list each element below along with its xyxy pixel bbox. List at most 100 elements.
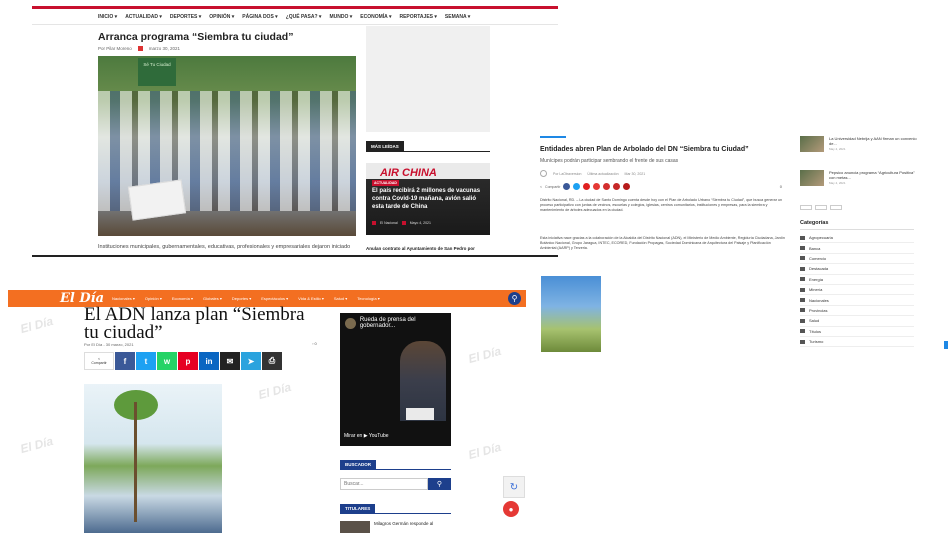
category-item[interactable]: Banca [800, 243, 914, 254]
category-label: Nacionales [809, 297, 829, 303]
whatsapp-icon[interactable]: w [157, 352, 177, 370]
news-date: May 4, 2021 [829, 181, 846, 185]
share-button[interactable]: < Compartir [84, 352, 114, 370]
nav-semana[interactable]: SEMANA ▾ [445, 14, 470, 20]
channel-avatar [345, 317, 356, 329]
facebook-icon[interactable] [563, 183, 571, 190]
folder-icon [800, 246, 805, 251]
twitter-icon[interactable] [573, 183, 581, 190]
article-title: El ADN lanza plan “Siembra tu ciudad” [84, 304, 305, 343]
nav-reportajes[interactable]: REPORTAJES ▾ [399, 14, 436, 20]
related-headline[interactable]: Anulan contrato al Ayuntamiento de San P… [366, 246, 496, 251]
titular-item[interactable]: Milagros Germán responde al [340, 521, 433, 533]
title-accent [540, 136, 566, 138]
menu-salud[interactable]: Salud ▾ [334, 296, 347, 301]
featured-headline[interactable]: El país recibirá 2 millones de vacunas c… [372, 187, 484, 211]
category-item[interactable]: Agropecuaria [800, 233, 914, 244]
share-label: Compartir [545, 184, 561, 189]
page-prev[interactable] [800, 205, 812, 210]
updated-label: Última actualización [587, 171, 619, 176]
article-author[interactable]: Por Pilar Moreno [98, 46, 132, 51]
user-icon [372, 221, 376, 225]
recaptcha-icon[interactable]: ↻ [503, 476, 525, 498]
page-more[interactable] [830, 205, 842, 210]
pinterest-icon[interactable]: p [178, 352, 198, 370]
sidebar-news-item[interactable]: La Universidad Nebrija y AAN firman un c… [800, 136, 917, 152]
airchina-logo: AIR CHINA [380, 167, 437, 179]
category-label: Destacada [809, 266, 829, 272]
category-item[interactable]: Minería [800, 285, 914, 296]
laotraversion-article-panel: Entidades abren Plan de Arbolado del DN … [530, 132, 790, 362]
article-title: Entidades abren Plan de Arbolado del DN … [540, 146, 749, 153]
menu-globales[interactable]: Globales ▾ [203, 296, 222, 301]
email-icon[interactable] [603, 183, 611, 190]
nav-actualidad[interactable]: ACTUALIDAD ▾ [125, 14, 162, 20]
print-icon[interactable] [623, 183, 631, 190]
nav-economia[interactable]: ECONOMÍA ▾ [360, 14, 391, 20]
sidebar-news-item[interactable]: Pepsico anuncia programa “Agricultura Po… [800, 170, 917, 186]
nav-inicio[interactable]: INICIO ▾ [98, 14, 117, 20]
category-item[interactable]: Nacionales [800, 295, 914, 306]
category-badge[interactable]: ACTUALIDAD [372, 180, 399, 186]
video-title[interactable]: Rueda de prensa del gobernador... [360, 317, 451, 329]
share-bar: < Compartir 0 [540, 183, 782, 190]
comment-count-value: 0 [314, 341, 317, 346]
menu-opinion[interactable]: Opinión ▾ [145, 296, 162, 301]
nav-opinion[interactable]: OPINIÓN ▾ [209, 14, 234, 20]
menu-economia[interactable]: Economía ▾ [172, 296, 193, 301]
share-label: Compartir [91, 361, 107, 365]
category-item[interactable]: Títulos [800, 327, 914, 337]
category-item[interactable]: Turismo [800, 337, 914, 348]
menu-nacionales[interactable]: Nacionales ▾ [112, 296, 135, 301]
search-button[interactable]: ⚲ [428, 478, 451, 490]
nav-que-pasa[interactable]: ¿QUÉ PASA? ▾ [286, 14, 322, 20]
facebook-icon[interactable]: f [115, 352, 135, 370]
share-buttons: < Compartir f t w p in ✉ ➤ ⎙ [84, 352, 282, 370]
category-item[interactable]: Salud [800, 316, 914, 327]
eldia-article-panel: El Día Nacionales ▾ Opinión ▾ Economía ▾… [8, 288, 526, 533]
page-next[interactable] [815, 205, 827, 210]
whatsapp-icon[interactable] [613, 183, 621, 190]
category-item[interactable]: Energía [800, 275, 914, 285]
watch-on-youtube[interactable]: Mirar en ▶ YouTube [344, 433, 389, 439]
menu-espectaculos[interactable]: Espectáculos ▾ [261, 296, 288, 301]
category-label: Minería [809, 287, 823, 293]
pinterest-icon[interactable] [583, 183, 591, 190]
news-thumbnail [800, 170, 824, 186]
category-item[interactable]: Comercio [800, 254, 914, 265]
folder-icon [800, 287, 805, 292]
menu-vida-estilo[interactable]: Vida & Estilo ▾ [298, 296, 324, 301]
search-input[interactable] [340, 478, 428, 490]
categories-list: Agropecuaria Banca Comercio Destacada En… [800, 233, 914, 348]
category-item[interactable]: Destacada [800, 264, 914, 275]
article-photo: Sé Tu Ciudad [98, 56, 356, 236]
watermark: El Día [466, 343, 503, 367]
accessibility-icon[interactable]: ⚲ [508, 292, 521, 305]
edge-marker [944, 341, 948, 349]
linkedin-icon[interactable]: in [199, 352, 219, 370]
news-text: Pepsico anuncia programa “Agricultura Po… [829, 170, 917, 186]
twitter-icon[interactable]: t [136, 352, 156, 370]
folder-icon [800, 318, 805, 323]
news-headline[interactable]: Pepsico anuncia programa “Agricultura Po… [829, 170, 915, 180]
news-text: La Universidad Nebrija y AAN firman un c… [829, 136, 917, 152]
photo-banner [127, 179, 187, 221]
youtube-video[interactable]: Rueda de prensa del gobernador... Mirar … [340, 313, 451, 446]
print-icon[interactable]: ⎙ [262, 352, 282, 370]
featured-story-card[interactable]: AIR CHINA ACTUALIDAD El país recibirá 2 … [366, 163, 490, 235]
reddit-icon[interactable] [593, 183, 601, 190]
titular-headline[interactable]: Milagros Germán responde al [374, 521, 433, 533]
news-date: May 4, 2021 [829, 147, 846, 151]
nav-pagina-dos[interactable]: PÁGINA DOS ▾ [242, 14, 277, 20]
article-author[interactable]: Por LaOtraversion [553, 172, 581, 176]
menu-deportes[interactable]: Deportes ▾ [232, 296, 251, 301]
nav-deportes[interactable]: DEPORTES ▾ [170, 14, 201, 20]
notification-bell-icon[interactable]: ● [503, 501, 519, 517]
category-item[interactable]: Provincias [800, 306, 914, 317]
email-icon[interactable]: ✉ [220, 352, 240, 370]
nav-mundo[interactable]: MUNDO ▾ [329, 14, 352, 20]
watermark: El Día [18, 433, 55, 457]
menu-tecnologia[interactable]: Tecnología ▾ [357, 296, 379, 301]
news-headline[interactable]: La Universidad Nebrija y AAN firman un c… [829, 136, 917, 146]
telegram-icon[interactable]: ➤ [241, 352, 261, 370]
